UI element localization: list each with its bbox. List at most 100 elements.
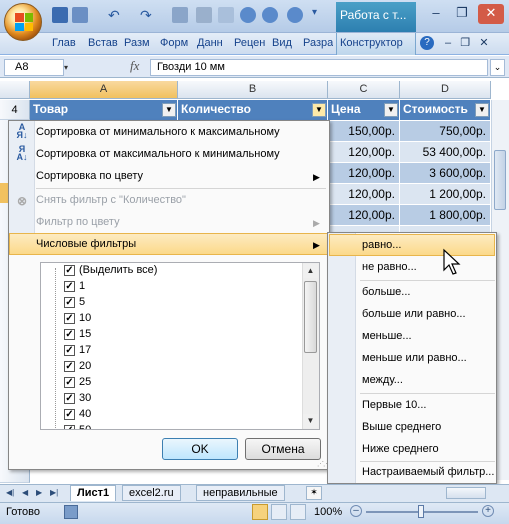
scroll-up-icon[interactable]: ▲ [303,264,318,278]
filter-greater[interactable]: больше... [362,281,410,303]
scroll-down-icon[interactable]: ▼ [303,414,318,428]
column-header-b[interactable]: B [178,81,328,99]
filter-not-equals[interactable]: не равно... [362,256,417,278]
checkbox-value[interactable]: ✓ [64,361,75,372]
print-icon[interactable] [196,7,212,23]
menu-sort-asc[interactable]: Сортировка от минимального к максимально… [36,121,280,143]
checklist-scroll-thumb[interactable] [304,281,317,353]
tab-view[interactable]: Вид [272,37,298,53]
circle-icon[interactable] [240,7,256,23]
scrollbar-thumb[interactable] [494,150,506,210]
resize-grip-icon[interactable]: ⋰⋰ [317,460,330,468]
filter-below-average[interactable]: Ниже среднего [362,438,439,460]
menu-clear-filter[interactable]: Снять фильтр с "Количество" [36,189,186,211]
undo-icon[interactable]: ↶ [108,7,124,23]
sheet-tab-list1[interactable]: Лист1 [70,485,117,501]
cell-c-row2[interactable]: 120,00р. [328,142,400,163]
filter-dropdown-stoimost[interactable]: ▼ [475,103,489,117]
expand-formula-icon[interactable]: ⌄ [490,59,505,76]
customize-qat-icon[interactable]: ▾ [312,7,328,23]
page-layout-view-icon[interactable] [271,504,287,520]
fx-icon[interactable]: fx [130,58,139,74]
menu-sort-by-color[interactable]: Сортировка по цвету [36,165,143,187]
checkbox-value[interactable]: ✓ [64,297,75,308]
filter-above-average[interactable]: Выше среднего [362,416,441,438]
menu-number-filters[interactable]: Числовые фильтры [36,233,136,255]
tab-insert[interactable]: Встав [88,37,118,53]
page-break-view-icon[interactable] [290,504,306,520]
zoom-slider-thumb[interactable] [418,505,424,518]
row-header-4[interactable]: 4 [0,100,30,120]
menu-sort-desc[interactable]: Сортировка от максимального к минимально… [36,143,280,165]
filter-dropdown-kolichestvo[interactable]: ▼ [312,103,326,117]
tab-home[interactable]: Глав [52,37,80,53]
redo-icon[interactable]: ↷ [140,7,156,23]
filter-less-equal[interactable]: меньше или равно... [362,347,467,369]
cell-d-row5[interactable]: 1 800,00р. [400,205,491,226]
cell-c-row5[interactable]: 120,00р. [328,205,400,226]
checkbox-value[interactable]: ✓ [64,425,75,429]
tab-review[interactable]: Рецен [234,37,266,53]
sort-icon[interactable] [172,7,188,23]
horizontal-scrollbar[interactable] [446,487,486,499]
select-all-corner[interactable] [0,81,30,99]
filter-dropdown-tsena[interactable]: ▼ [384,103,398,117]
checkbox-value[interactable]: ✓ [64,281,75,292]
zoom-out-icon[interactable]: – [350,505,362,517]
tab-data[interactable]: Данн [197,37,227,53]
menu-filter-by-color[interactable]: Фильтр по цвету [36,211,120,233]
cancel-button[interactable]: Отмена [245,438,321,460]
checkbox-value[interactable]: ✓ [64,393,75,404]
first-sheet-icon[interactable]: ◀| [6,488,16,498]
filter-equals[interactable]: равно... [362,234,401,256]
sheet-tab-excel2[interactable]: excel2.ru [122,485,181,501]
zoom-in-icon[interactable]: + [482,505,494,517]
ok-button[interactable]: OK [162,438,238,460]
office-button[interactable] [4,3,42,41]
checkbox-select-all[interactable]: ✓ [64,265,75,276]
form-icon[interactable] [218,7,234,23]
tab-formulas[interactable]: Форм [160,37,190,53]
save-icon[interactable] [52,7,68,23]
name-box[interactable]: A8 [4,59,64,76]
checkbox-value[interactable]: ✓ [64,409,75,420]
column-header-c[interactable]: C [328,81,400,99]
close-icon[interactable]: ✕ [478,4,504,24]
column-header-d[interactable]: D [400,81,491,99]
cell-d-row3[interactable]: 3 600,00р. [400,163,491,184]
tab-developer[interactable]: Разра [303,37,333,53]
sheet-tab-wrong[interactable]: неправильные [196,485,285,501]
filter-between[interactable]: между... [362,369,403,391]
cell-c-row4[interactable]: 120,00р. [328,184,400,205]
filter-dropdown-tovar[interactable]: ▼ [162,103,176,117]
filter-less[interactable]: меньше... [362,325,412,347]
macro-record-icon[interactable] [64,505,78,519]
filter-top-10[interactable]: Первые 10... [362,394,426,416]
cell-d-row4[interactable]: 1 200,00р. [400,184,491,205]
cell-d-row2[interactable]: 53 400,00р. [400,142,491,163]
tab-layout[interactable]: Разм [124,37,154,53]
cell-c-row1[interactable]: 150,00р. [328,121,400,142]
checkbox-value[interactable]: ✓ [64,313,75,324]
cell-c-row3[interactable]: 120,00р. [328,163,400,184]
checkbox-value[interactable]: ✓ [64,377,75,388]
circle-icon-3[interactable] [287,7,303,23]
filter-greater-equal[interactable]: больше или равно... [362,303,466,325]
column-header-a[interactable]: A [30,81,178,99]
circle-icon-2[interactable] [262,7,278,23]
formula-input[interactable]: Гвозди 10 мм [150,59,488,76]
name-box-dropdown-icon[interactable]: ▾ [64,60,76,75]
tab-design[interactable]: Конструктор [340,37,412,53]
prev-sheet-icon[interactable]: ◀ [22,488,32,498]
filter-custom[interactable]: Настраиваемый фильтр... [362,461,494,483]
restore-icon[interactable]: ❐ [451,4,473,24]
cell-d-row1[interactable]: 750,00р. [400,121,491,142]
minimize-icon[interactable]: – [425,4,447,24]
last-sheet-icon[interactable]: ▶| [50,488,60,498]
next-sheet-icon[interactable]: ▶ [36,488,46,498]
normal-view-icon[interactable] [252,504,268,520]
print-preview-icon[interactable] [72,7,88,23]
checkbox-value[interactable]: ✓ [64,329,75,340]
checkbox-value[interactable]: ✓ [64,345,75,356]
insert-sheet-icon[interactable]: ✶ [306,486,322,500]
